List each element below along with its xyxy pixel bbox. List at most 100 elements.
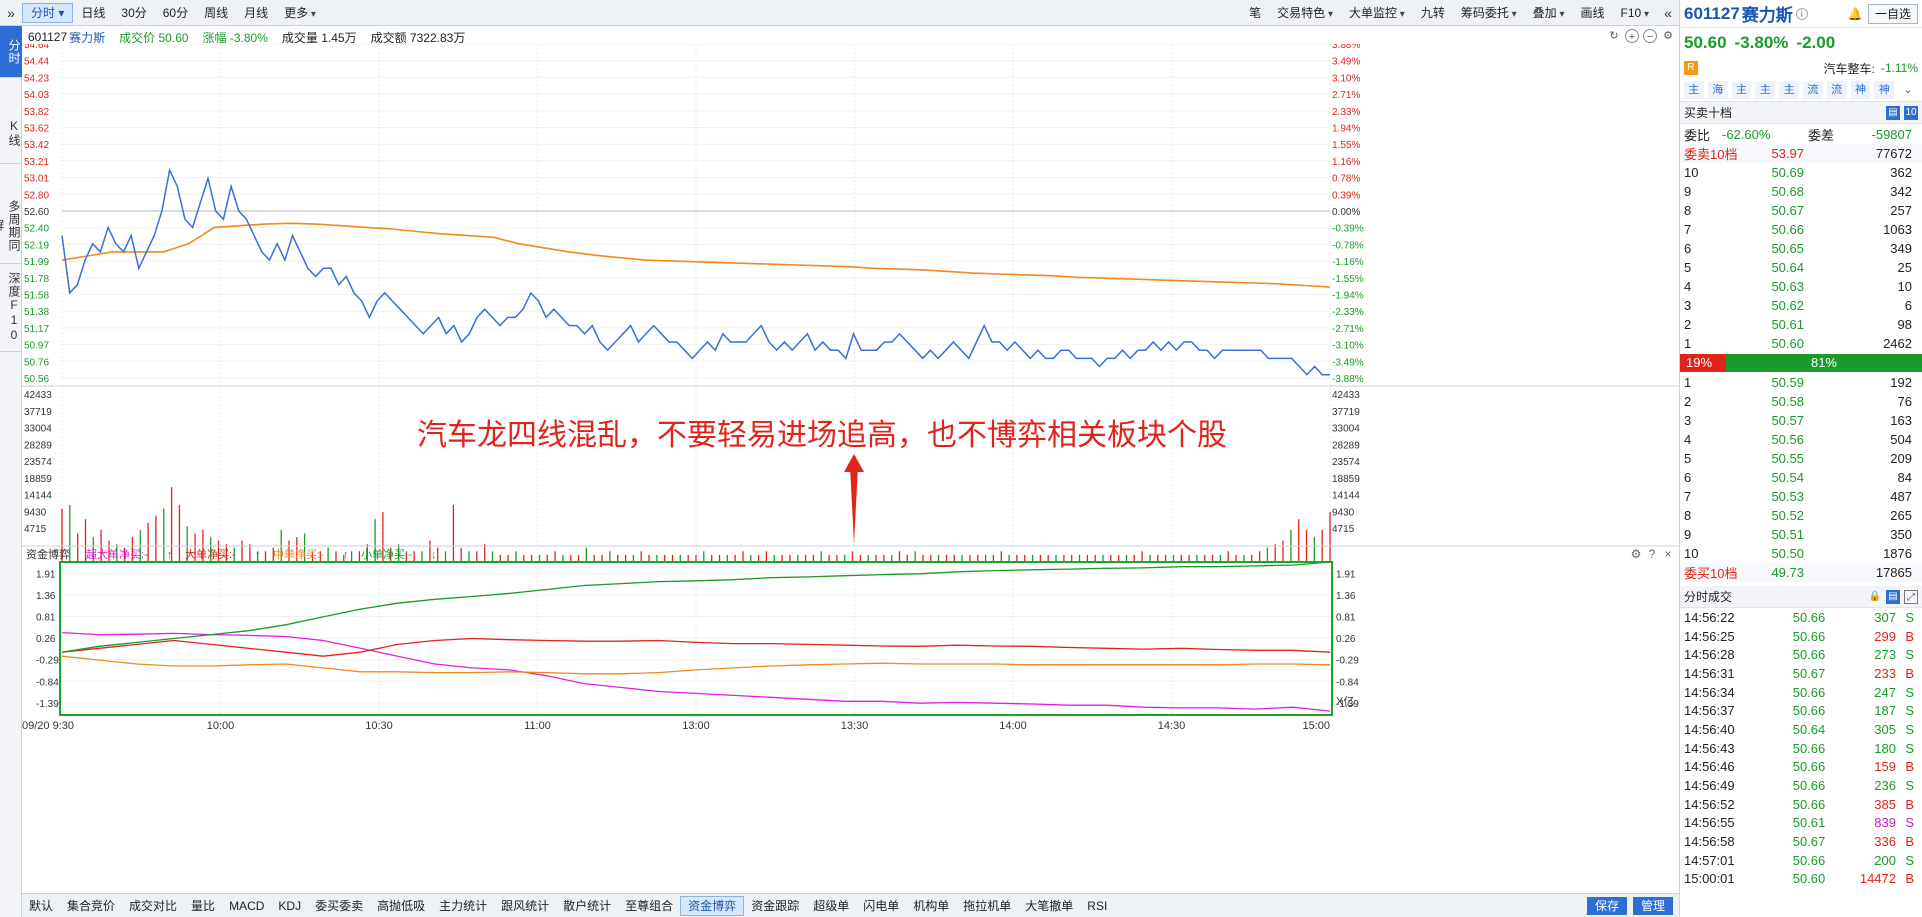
expand-icon[interactable]: »	[0, 5, 22, 21]
ask-level-row[interactable]: 3 50.62 6	[1680, 296, 1922, 315]
add-watchlist-button[interactable]: 一自选	[1867, 3, 1918, 24]
indicator-tab[interactable]: 至尊组合	[618, 896, 680, 916]
bid-level-row[interactable]: 7 50.53 487	[1680, 487, 1922, 506]
left-tab-kline[interactable]: K线	[0, 78, 22, 164]
bid-level-row[interactable]: 4 50.56 504	[1680, 430, 1922, 449]
feature-icon[interactable]: 神	[1874, 80, 1895, 99]
ask-level-row[interactable]: 10 50.69 362	[1680, 163, 1922, 182]
feature-icon[interactable]: 主	[1731, 80, 1752, 99]
ask-level-row[interactable]: 7 50.66 1063	[1680, 220, 1922, 239]
indicator-tab[interactable]: 超级单	[806, 896, 856, 916]
feature-icon[interactable]: 海	[1707, 80, 1728, 99]
tick-price: 50.66	[1792, 628, 1826, 644]
zoom-in-icon[interactable]: +	[1625, 29, 1639, 43]
ask-level-row[interactable]: 6 50.65 349	[1680, 239, 1922, 258]
indicator-tab[interactable]: 默认	[22, 896, 60, 916]
indicator-tab[interactable]: 集合竞价	[60, 896, 122, 916]
indicator-tab[interactable]: 机构单	[906, 896, 956, 916]
feature-icon[interactable]: 神	[1850, 80, 1871, 99]
indicator-tab[interactable]: 散户统计	[556, 896, 618, 916]
indicator-tab[interactable]: 闪电单	[856, 896, 906, 916]
big-order-monitor-menu[interactable]: 大单监控	[1341, 3, 1413, 23]
bid-level-row[interactable]: 8 50.52 265	[1680, 506, 1922, 525]
price-axis-label: 50.97	[24, 341, 49, 352]
indicator-tab[interactable]: 资金跟踪	[744, 896, 806, 916]
tab-30min[interactable]: 30分	[113, 3, 154, 23]
tick-volume: 273	[1874, 647, 1896, 663]
f10-menu[interactable]: F10	[1613, 3, 1658, 23]
bid-level-row[interactable]: 9 50.51 350	[1680, 525, 1922, 544]
lock-icon[interactable]: 🔒	[1868, 590, 1882, 604]
left-tab-intraday[interactable]: 分时	[0, 26, 22, 78]
ask-level-volume: 349	[1890, 241, 1912, 256]
indicator-tab-active[interactable]: 资金博弈	[680, 895, 745, 916]
settings-icon[interactable]: ⚙	[1661, 29, 1675, 43]
chip-order-menu[interactable]: 筹码委托	[1453, 3, 1525, 23]
info-icon[interactable]: i	[1795, 7, 1808, 20]
ask-sum-price: 53.97	[1771, 146, 1804, 161]
tick-list[interactable]: 14:56:22 50.66 307 S 14:56:25 50.66 299 B 14:56:…	[1680, 608, 1922, 888]
tab-more[interactable]: 更多	[276, 3, 324, 23]
tick-side: B	[1905, 871, 1914, 887]
ask-level-price: 50.68	[1771, 184, 1804, 199]
indicator-tab[interactable]: 跟风统计	[494, 896, 556, 916]
price-axis-label: 53.82	[24, 107, 49, 118]
left-tab-deep-f10[interactable]: 深度F10	[0, 264, 22, 352]
ask-level-row[interactable]: 4 50.63 10	[1680, 277, 1922, 296]
ask-level-row[interactable]: 8 50.67 257	[1680, 201, 1922, 220]
save-button[interactable]: 保存	[1586, 896, 1627, 915]
tab-daily[interactable]: 日线	[73, 3, 113, 23]
indicator-tab[interactable]: MACD	[222, 896, 271, 916]
manage-button[interactable]: 管理	[1632, 896, 1673, 915]
tab-monthly[interactable]: 月线	[236, 3, 276, 23]
refresh-icon[interactable]: ↻	[1607, 29, 1621, 43]
indicator-tab[interactable]: 量比	[184, 896, 222, 916]
bid-level-row[interactable]: 2 50.58 76	[1680, 392, 1922, 411]
indicator-tab[interactable]: 主力统计	[432, 896, 494, 916]
ask-level-row[interactable]: 9 50.68 342	[1680, 182, 1922, 201]
indicator-tab[interactable]: RSI	[1080, 896, 1114, 916]
pen-button[interactable]: 笔	[1241, 3, 1269, 23]
feature-icon[interactable]: 主	[1779, 80, 1799, 99]
indicator-tab[interactable]: 高抛低吸	[370, 896, 432, 916]
ask-level-row[interactable]: 2 50.61 98	[1680, 315, 1922, 334]
r-badge-icon[interactable]: R	[1684, 61, 1698, 75]
bid-level-row[interactable]: 5 50.55 209	[1680, 449, 1922, 468]
nine-turn-button[interactable]: 九转	[1413, 3, 1453, 23]
draw-line-button[interactable]: 画线	[1572, 3, 1612, 23]
tick-volume: 305	[1874, 721, 1896, 737]
indicator-tab[interactable]: 大笔撤单	[1018, 896, 1080, 916]
ask-level-row[interactable]: 1 50.60 2462	[1680, 334, 1922, 353]
collapse-icon[interactable]: «	[1657, 5, 1679, 21]
intraday-chart[interactable]: 54.64 3.88% 54.44 3.49% 54.23 3.10% 54.03 2.71%…	[22, 44, 1679, 892]
indicator-tab[interactable]: 拖拉机单	[956, 896, 1018, 916]
sector-label[interactable]: 汽车整车:	[1824, 60, 1875, 77]
indicator-tab[interactable]: 委买委卖	[308, 896, 370, 916]
tab-60min[interactable]: 60分	[155, 3, 196, 23]
list-icon[interactable]: ▤	[1886, 589, 1900, 604]
feature-icon[interactable]: 流	[1802, 80, 1823, 99]
tab-intraday[interactable]: 分时 ▾	[22, 2, 74, 23]
feature-icon[interactable]: 流	[1826, 80, 1847, 99]
bid-sum-row: 委买10档 49.73 17865	[1680, 563, 1922, 582]
feature-icon[interactable]: 主	[1755, 80, 1776, 99]
indicator-tab[interactable]: KDJ	[271, 896, 308, 916]
bell-icon[interactable]: 🔔	[1846, 7, 1864, 21]
tab-weekly[interactable]: 周线	[196, 3, 236, 23]
indicator-tab[interactable]: 成交对比	[122, 896, 184, 916]
bid-level-row[interactable]: 6 50.54 84	[1680, 468, 1922, 487]
bid-level-row[interactable]: 1 50.59 192	[1680, 373, 1922, 392]
bid-level-row[interactable]: 10 50.50 1876	[1680, 544, 1922, 563]
left-tab-multi-period[interactable]: 多周期同屏	[0, 164, 22, 264]
expand-window-icon[interactable]: ⤢	[1904, 589, 1918, 604]
chevron-down-icon[interactable]: ⌄	[1898, 81, 1918, 99]
feature-icon[interactable]: 主	[1684, 80, 1704, 99]
panel-stock-name[interactable]: 赛力斯	[1742, 1, 1793, 26]
zoom-out-icon[interactable]: −	[1643, 29, 1657, 43]
overlay-menu[interactable]: 叠加	[1525, 3, 1573, 23]
level-toggle-icon[interactable]: ▤	[1886, 105, 1900, 120]
bid-level-row[interactable]: 3 50.57 163	[1680, 411, 1922, 430]
ten-level-icon[interactable]: 10	[1904, 105, 1918, 120]
trade-features-menu[interactable]: 交易特色	[1269, 3, 1341, 23]
ask-level-row[interactable]: 5 50.64 25	[1680, 258, 1922, 277]
